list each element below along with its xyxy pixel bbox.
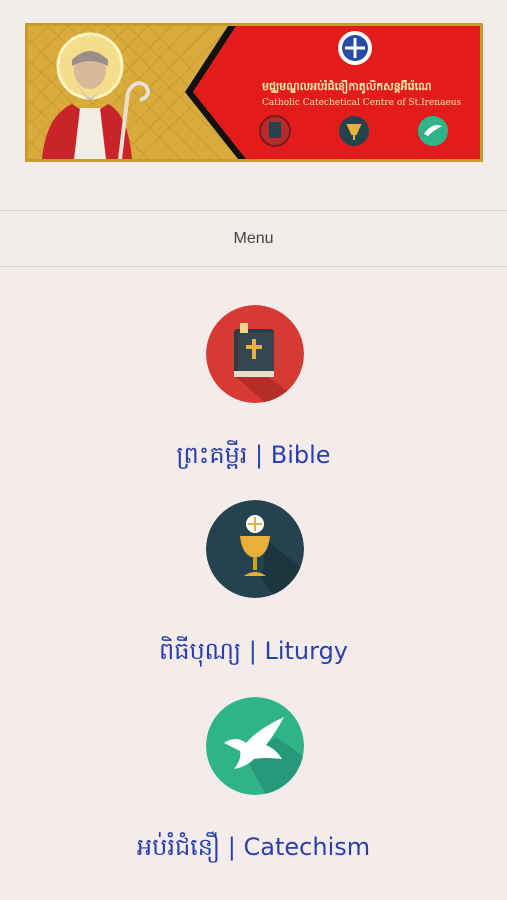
banner-title-english: Catholic Catechetical Centre of St.Irena… bbox=[262, 98, 462, 108]
bible-button[interactable] bbox=[206, 305, 304, 403]
banner-title-khmer: មជ្ឈមណ្ឌលអប់រំជំនឿកាតូលិកសន្តអ៊ីរ៉េណេ bbox=[262, 80, 432, 93]
bible-label[interactable]: ព្រះគម្ពីរ | Bible bbox=[0, 440, 507, 475]
dove-icon bbox=[206, 697, 304, 795]
bible-icon bbox=[206, 305, 304, 403]
liturgy-label[interactable]: ពិធីបុណ្យ | Liturgy bbox=[0, 636, 507, 671]
menu-bar[interactable]: Menu bbox=[0, 210, 507, 267]
chalice-icon bbox=[206, 500, 304, 598]
header-banner-area: មជ្ឈមណ្ឌលអប់រំជំនឿកាតូលិកសន្តអ៊ីរ៉េណេ Ca… bbox=[0, 0, 507, 210]
catechism-label[interactable]: អប់រំជំនឿ | Catechism bbox=[0, 832, 507, 867]
menu-label[interactable]: Menu bbox=[233, 230, 273, 248]
header-banner: មជ្ឈមណ្ឌលអប់រំជំនឿកាតូលិកសន្តអ៊ីរ៉េណេ Ca… bbox=[25, 23, 483, 162]
catechism-button[interactable] bbox=[206, 697, 304, 795]
liturgy-button[interactable] bbox=[206, 500, 304, 598]
